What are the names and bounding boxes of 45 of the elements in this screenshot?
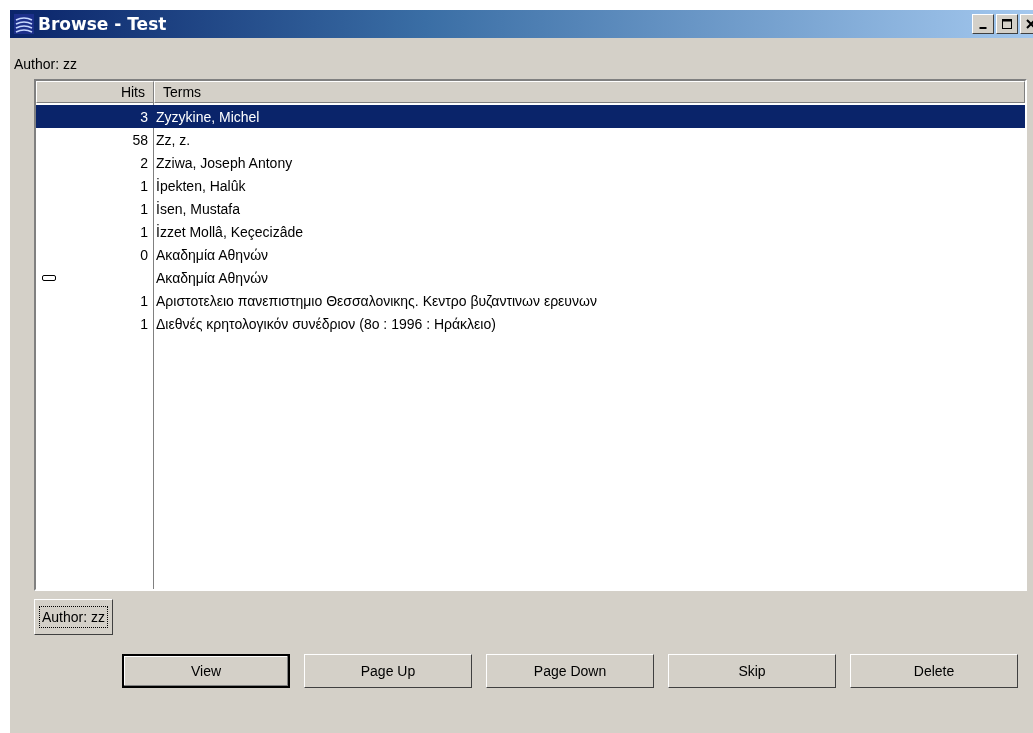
hits-cell-text: 1 (139, 177, 149, 194)
minimize-button[interactable] (972, 14, 994, 34)
table-row[interactable]: 1 Διεθνές κρητολογικόν συνέδριον (8ο : 1996 : Ηράκλειο) (36, 312, 1025, 335)
query-label: Author: zz (14, 56, 78, 72)
hits-cell-text: 3 (139, 108, 149, 125)
hits-cell-text: 2 (139, 154, 149, 171)
table-row[interactable]: 1 İpekten, Halûk (36, 174, 1025, 197)
hits-cell-text: 58 (131, 131, 149, 148)
hits-cell-text: 1 (139, 200, 149, 217)
term-cell-text: İzzet Mollâ, Keçecizâde (155, 223, 304, 240)
table-row[interactable]: 58 Zz, z. (36, 128, 1025, 151)
term-cell-text: Αριστοτελειο πανεπιστημιο Θεσσαλονικης. Κεντρο βυζαντινων ερευνων (155, 292, 597, 309)
window-title: Browse - Test (38, 14, 168, 34)
term-cell-text: İpekten, Halûk (155, 177, 246, 194)
maximize-button[interactable] (996, 14, 1018, 34)
term-cell-text: Διεθνές κρητολογικόν συνέδριον (8ο : 1996 : Ηράκλειο) (155, 315, 496, 332)
term-cell-text: Zyzykine, Michel (155, 108, 260, 125)
term-cell-text: Zziwa, Joseph Antony (155, 154, 293, 171)
term-cell-text: Ακαδημία Αθηνών (155, 269, 269, 286)
table-row[interactable]: 1 İzzet Mollâ, Keçecizâde (36, 220, 1025, 243)
tab[interactable]: Author: zz (34, 599, 114, 635)
hits-cell-text: 0 (139, 246, 149, 263)
term-cell-text: Zz, z. (155, 131, 191, 148)
table-row[interactable]: 1 Αριστοτελειο πανεπιστημιο Θεσσαλονικης. Κεντρο βυζαντινων ερευνων (36, 289, 1025, 312)
app-icon (14, 14, 34, 34)
table-row[interactable]: 2 Zziwa, Joseph Antony (36, 151, 1025, 174)
action-button[interactable]: View (122, 654, 290, 688)
minimize-icon (979, 27, 987, 29)
action-button[interactable]: Delete (850, 654, 1018, 688)
term-cell-text: Ακαδημία Αθηνών (155, 246, 269, 263)
table-row[interactable]: 3 Zyzykine, Michel (36, 105, 1025, 128)
table-row[interactable]: Ακαδημία Αθηνών (36, 266, 1025, 289)
maximize-icon (1001, 18, 1013, 30)
action-button[interactable]: Skip (668, 654, 836, 688)
action-button[interactable]: Page Up (304, 654, 472, 688)
hits-cell-text: 1 (139, 292, 149, 309)
table-row[interactable]: 0 Ακαδημία Αθηνών (36, 243, 1025, 266)
action-button[interactable]: Page Down (486, 654, 654, 688)
reference-marker-icon (42, 274, 56, 281)
table-row[interactable]: 1 İsen, Mustafa (36, 197, 1025, 220)
column-header[interactable]: Hits (36, 81, 154, 103)
hits-cell-text: 1 (139, 315, 149, 332)
column-header[interactable]: Terms (154, 81, 1025, 103)
term-cell-text: İsen, Mustafa (155, 200, 241, 217)
hits-cell-text: 1 (139, 223, 149, 240)
